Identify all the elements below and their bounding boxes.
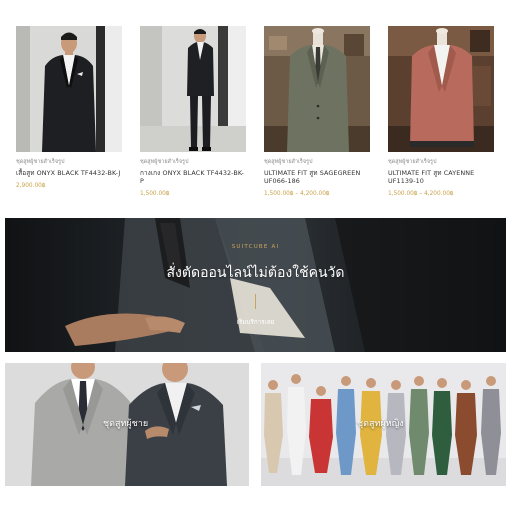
product-price: 1,500.00฿ – 4,200.00฿	[264, 191, 330, 197]
product-price: 1,500.00฿ – 4,200.00฿	[388, 191, 454, 197]
product-card[interactable]: ชุดสูทผู้ชายสำเร็จรูป กางเกง ONYX BLACK …	[140, 26, 246, 197]
product-category[interactable]: ชุดสูทผู้ชายสำเร็จรูป	[388, 158, 494, 166]
product-name[interactable]: กางเกง ONYX BLACK TF4432-BK-P	[140, 169, 246, 185]
product-price: 1,500.00฿	[140, 191, 170, 197]
product-category[interactable]: ชุดสูทผู้ชายสำเร็จรูป	[264, 158, 370, 166]
category-tile-women[interactable]: ชุดสูทผู้หญิง	[261, 363, 506, 486]
product-image[interactable]	[140, 26, 246, 152]
product-price: 2,900.00฿	[16, 183, 46, 189]
banner-background-image	[5, 218, 506, 352]
category-tile-men[interactable]: ชุดสูทผู้ชาย	[5, 363, 249, 486]
product-card[interactable]: ชุดสูทผู้ชายสำเร็จรูป ULTIMATE FIT สูท S…	[264, 26, 370, 197]
banner-headline: สั่งตัดออนไลน์ไม่ต้องใช้คนวัด	[166, 265, 345, 281]
product-image[interactable]	[264, 26, 370, 152]
product-card[interactable]: ชุดสูทผู้ชายสำเร็จรูป ULTIMATE FIT สูท C…	[388, 26, 494, 197]
product-image[interactable]	[16, 26, 122, 152]
product-grid: ชุดสูทผู้ชายสำเร็จรูป เสื้อสูท ONYX BLAC…	[16, 26, 496, 201]
product-category[interactable]: ชุดสูทผู้ชายสำเร็จรูป	[16, 158, 122, 166]
banner-divider	[255, 294, 256, 309]
promo-banner[interactable]: SUITCUBE AI สั่งตัดออนไลน์ไม่ต้องใช้คนวั…	[5, 218, 506, 352]
product-category[interactable]: ชุดสูทผู้ชายสำเร็จรูป	[140, 158, 246, 166]
banner-kicker: SUITCUBE AI	[231, 244, 280, 250]
product-card[interactable]: ชุดสูทผู้ชายสำเร็จรูป เสื้อสูท ONYX BLAC…	[16, 26, 122, 189]
product-image[interactable]	[388, 26, 494, 152]
category-label-women[interactable]: ชุดสูทผู้หญิง	[357, 416, 404, 430]
category-label-men[interactable]: ชุดสูทผู้ชาย	[103, 416, 148, 430]
product-name[interactable]: ULTIMATE FIT สูท CAYENNE UF1139-10	[388, 169, 494, 185]
product-name[interactable]: ULTIMATE FIT สูท SAGEGREEN UF066-186	[264, 169, 370, 185]
banner-cta-button[interactable]: เริ่มบริการเลย	[5, 317, 506, 327]
product-name[interactable]: เสื้อสูท ONYX BLACK TF4432-BK-J	[16, 169, 122, 177]
